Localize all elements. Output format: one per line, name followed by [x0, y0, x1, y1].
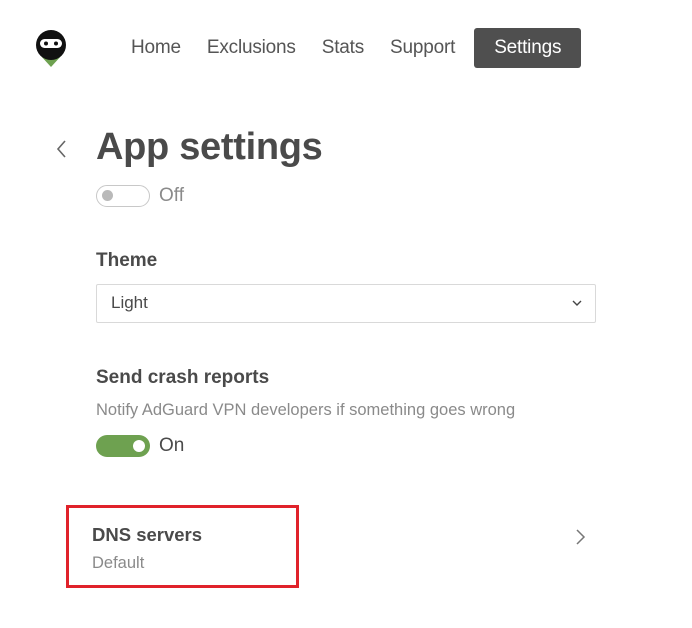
crash-reports-toggle-label: On	[159, 435, 185, 456]
nav-exclusions[interactable]: Exclusions	[194, 28, 309, 68]
toggle-knob	[133, 440, 145, 452]
back-button[interactable]	[54, 138, 70, 160]
crash-reports-label: Send crash reports	[96, 367, 270, 388]
page-title: App settings	[96, 126, 323, 168]
app-settings-toggle-row: Off	[96, 185, 184, 207]
theme-select[interactable]: Light	[96, 284, 596, 323]
dns-servers-row[interactable]: DNS servers Default	[68, 506, 596, 586]
app-settings-toggle-label: Off	[159, 185, 184, 206]
chevron-down-icon	[572, 300, 582, 306]
nav-settings[interactable]: Settings	[474, 28, 582, 68]
crash-reports-description: Notify AdGuard VPN developers if somethi…	[96, 401, 516, 419]
toggle-knob	[102, 190, 113, 201]
nav-stats[interactable]: Stats	[309, 28, 377, 68]
ninja-logo-icon	[34, 29, 68, 71]
top-nav: Home Exclusions Stats Support Settings	[118, 28, 582, 68]
dns-servers-value: Default	[92, 554, 145, 572]
crash-reports-toggle-row: On	[96, 435, 184, 457]
app-settings-toggle[interactable]	[96, 185, 150, 207]
nav-support[interactable]: Support	[377, 28, 468, 68]
nav-home[interactable]: Home	[118, 28, 194, 68]
theme-select-value: Light	[111, 293, 148, 312]
chevron-right-icon	[576, 529, 586, 545]
crash-reports-toggle[interactable]	[96, 435, 150, 457]
theme-label: Theme	[96, 250, 158, 271]
chevron-left-icon	[56, 140, 66, 158]
dns-servers-title: DNS servers	[92, 524, 203, 545]
